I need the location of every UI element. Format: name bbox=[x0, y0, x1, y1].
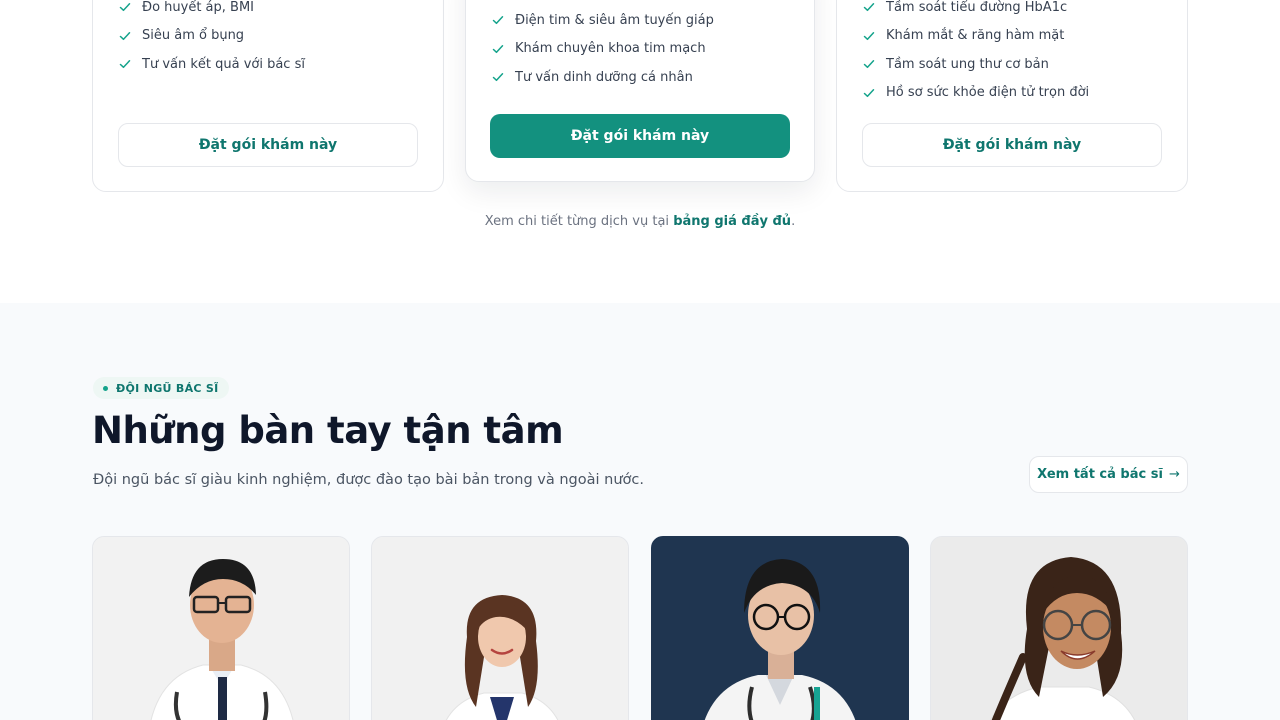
feature-list: Điện tim & siêu âm tuyến giáp Khám chuyê… bbox=[492, 6, 714, 92]
feature-item: Tầm soát tiểu đường HbA1c bbox=[863, 0, 1089, 22]
section-title: Những bàn tay tận tâm bbox=[92, 409, 564, 452]
full-price-list-link[interactable]: bảng giá đầy đủ bbox=[673, 214, 791, 229]
book-package-button[interactable]: Đặt gói khám này bbox=[118, 123, 418, 167]
check-icon bbox=[492, 71, 504, 83]
check-icon bbox=[863, 1, 875, 13]
feature-text: Khám chuyên khoa tim mạch bbox=[515, 41, 706, 57]
check-icon bbox=[492, 14, 504, 26]
doctor-card[interactable] bbox=[92, 536, 350, 720]
book-package-button-primary[interactable]: Đặt gói khám này bbox=[490, 114, 790, 158]
check-icon bbox=[863, 58, 875, 70]
check-icon bbox=[492, 43, 504, 55]
check-icon bbox=[119, 58, 131, 70]
arrow-right-icon: → bbox=[1168, 467, 1180, 482]
check-icon bbox=[119, 1, 131, 13]
feature-item: Hồ sơ sức khỏe điện tử trọn đời bbox=[863, 79, 1089, 108]
section-subtitle: Đội ngũ bác sĩ giàu kinh nghiệm, được đà… bbox=[93, 472, 644, 488]
check-icon bbox=[863, 87, 875, 99]
package-card-featured: Điện tim & siêu âm tuyến giáp Khám chuyê… bbox=[465, 0, 815, 182]
feature-item: Tầm soát ung thư cơ bản bbox=[863, 50, 1089, 79]
feature-item: Điện tim & siêu âm tuyến giáp bbox=[492, 6, 714, 35]
dot-icon bbox=[103, 385, 108, 391]
feature-item: Tư vấn kết quả với bác sĩ bbox=[119, 50, 305, 79]
check-icon bbox=[119, 30, 131, 42]
feature-item: Khám chuyên khoa tim mạch bbox=[492, 35, 714, 64]
feature-text: Hồ sơ sức khỏe điện tử trọn đời bbox=[886, 85, 1090, 101]
packages-section: Đo huyết áp, BMI Siêu âm ổ bụng Tư vấn k… bbox=[0, 0, 1280, 300]
doctor-card[interactable] bbox=[371, 536, 629, 720]
feature-item: Siêu âm ổ bụng bbox=[119, 22, 305, 51]
feature-item: Đo huyết áp, BMI bbox=[119, 0, 305, 22]
doctor-photo bbox=[931, 537, 1187, 720]
pricing-note-suffix: . bbox=[791, 214, 796, 229]
doctor-photo bbox=[93, 537, 349, 720]
feature-text: Đo huyết áp, BMI bbox=[142, 0, 255, 15]
feature-text: Tư vấn dinh dưỡng cá nhân bbox=[515, 69, 693, 85]
doctor-card[interactable] bbox=[930, 536, 1188, 720]
feature-text: Tầm soát ung thư cơ bản bbox=[886, 56, 1049, 72]
see-all-label: Xem tất cả bác sĩ bbox=[1037, 467, 1163, 482]
feature-text: Tầm soát tiểu đường HbA1c bbox=[886, 0, 1068, 15]
feature-item: Tư vấn dinh dưỡng cá nhân bbox=[492, 63, 714, 92]
doctor-photo bbox=[372, 537, 628, 720]
doctors-section: ĐỘI NGŨ BÁC SĨ Những bàn tay tận tâm Đội… bbox=[0, 303, 1280, 720]
book-package-button[interactable]: Đặt gói khám này bbox=[862, 123, 1162, 167]
feature-text: Tư vấn kết quả với bác sĩ bbox=[142, 56, 305, 72]
check-icon bbox=[863, 30, 875, 42]
feature-text: Khám mắt & răng hàm mặt bbox=[886, 28, 1065, 44]
feature-list: Tầm soát tiểu đường HbA1c Khám mắt & răn… bbox=[863, 0, 1089, 107]
package-card-basic: Đo huyết áp, BMI Siêu âm ổ bụng Tư vấn k… bbox=[92, 0, 444, 192]
feature-list: Đo huyết áp, BMI Siêu âm ổ bụng Tư vấn k… bbox=[119, 0, 305, 79]
see-all-doctors-button[interactable]: Xem tất cả bác sĩ → bbox=[1029, 456, 1188, 493]
pricing-note: Xem chi tiết từng dịch vụ tại bảng giá đ… bbox=[0, 214, 1280, 229]
pricing-note-text: Xem chi tiết từng dịch vụ tại bbox=[484, 214, 674, 229]
doctor-photo bbox=[652, 537, 908, 720]
doctor-card[interactable] bbox=[651, 536, 909, 720]
feature-text: Điện tim & siêu âm tuyến giáp bbox=[515, 12, 714, 28]
feature-text: Siêu âm ổ bụng bbox=[142, 28, 245, 44]
feature-item: Khám mắt & răng hàm mặt bbox=[863, 22, 1089, 51]
section-eyebrow: ĐỘI NGŨ BÁC SĨ bbox=[93, 377, 229, 399]
package-card-premium: Tầm soát tiểu đường HbA1c Khám mắt & răn… bbox=[836, 0, 1188, 192]
eyebrow-label: ĐỘI NGŨ BÁC SĨ bbox=[116, 381, 219, 395]
